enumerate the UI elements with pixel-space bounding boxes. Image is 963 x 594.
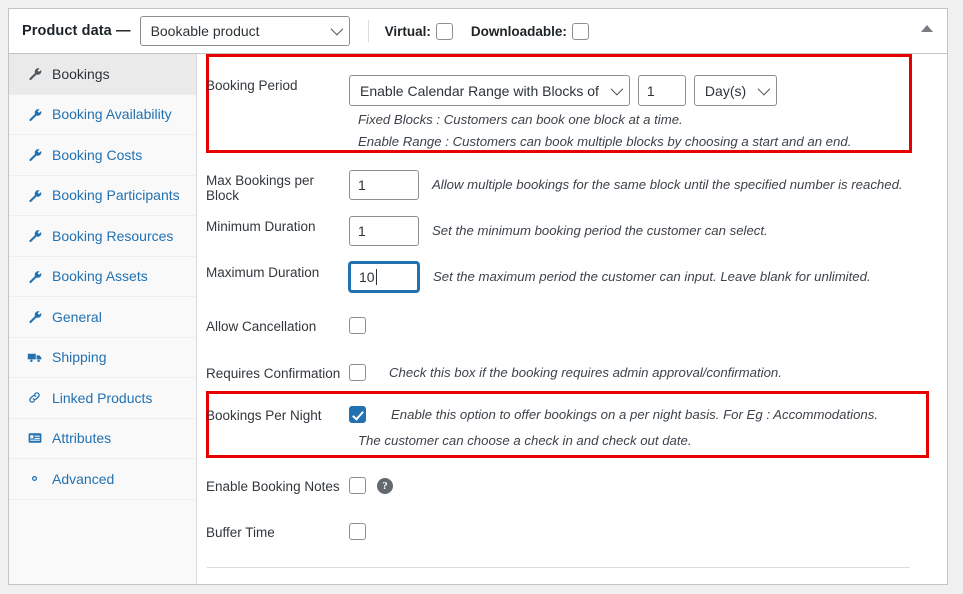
panel-header: Product data — Bookable product Virtual:… bbox=[9, 9, 947, 54]
wrench-icon bbox=[26, 106, 43, 123]
header-divider bbox=[367, 20, 369, 42]
max-bookings-per-block-hint: Allow multiple bookings for the same blo… bbox=[432, 177, 903, 192]
downloadable-checkbox[interactable] bbox=[571, 22, 589, 40]
bookings-per-night-checkbox[interactable] bbox=[349, 406, 366, 423]
text-caret bbox=[375, 269, 377, 285]
sidebar-item-attributes[interactable]: Attributes bbox=[9, 418, 196, 459]
booking-period-amount-input[interactable]: 1 bbox=[637, 75, 686, 106]
product-type-value: Bookable product bbox=[150, 23, 260, 39]
wrench-icon bbox=[26, 65, 43, 82]
sidebar-item-shipping[interactable]: Shipping bbox=[9, 337, 196, 378]
field-row-allow-cancellation: Allow Cancellation bbox=[197, 316, 947, 334]
maximum-duration-input[interactable]: 10 bbox=[349, 262, 419, 292]
minimum-duration-value: 1 bbox=[358, 223, 366, 239]
page-title: Product data — bbox=[22, 23, 131, 39]
max-bookings-per-block-label: Max Bookings per Block bbox=[206, 173, 315, 203]
requires-confirmation-checkbox[interactable] bbox=[349, 364, 366, 381]
virtual-checkbox-wrap[interactable]: Virtual: bbox=[384, 22, 453, 40]
sidebar-item-label: Booking Resources bbox=[52, 227, 174, 244]
sidebar-item-label: Bookings bbox=[52, 65, 110, 82]
wrench-icon bbox=[26, 146, 43, 163]
booking-period-hint-fixed-blocks: Fixed Blocks : Customers can book one bl… bbox=[358, 112, 683, 127]
minimum-duration-label: Minimum Duration bbox=[206, 219, 316, 234]
max-bookings-per-block-input[interactable]: 1 bbox=[349, 170, 419, 200]
sidebar-item-label: Advanced bbox=[52, 470, 115, 487]
chevron-down-icon bbox=[330, 22, 343, 36]
max-bookings-per-block-value: 1 bbox=[358, 177, 366, 193]
field-row-maximum-duration: Maximum Duration 10 Set the maximum peri… bbox=[197, 262, 947, 292]
wrench-icon bbox=[26, 187, 43, 204]
sidebar-item-bookings[interactable]: Bookings bbox=[9, 54, 196, 95]
panel-body: Bookings Booking Availability Booking Co… bbox=[9, 54, 947, 584]
requires-confirmation-label: Requires Confirmation bbox=[206, 366, 341, 381]
maximum-duration-label: Maximum Duration bbox=[206, 265, 320, 280]
product-data-panel: Product data — Bookable product Virtual:… bbox=[8, 8, 948, 585]
sidebar-item-booking-participants[interactable]: Booking Participants bbox=[9, 175, 196, 216]
wrench-icon bbox=[26, 227, 43, 244]
triangle-up-icon[interactable] bbox=[921, 25, 933, 32]
product-type-select[interactable]: Bookable product bbox=[139, 16, 350, 46]
maximum-duration-value: 10 bbox=[359, 269, 375, 285]
link-icon bbox=[26, 389, 43, 406]
truck-icon bbox=[26, 349, 43, 366]
bookings-settings-panel: Booking Period Enable Calendar Range wit… bbox=[197, 54, 947, 584]
gear-icon bbox=[26, 470, 43, 487]
booking-period-unit-select[interactable]: Day(s) bbox=[693, 75, 778, 106]
wrench-icon bbox=[26, 308, 43, 325]
sidebar-item-label: Booking Assets bbox=[52, 268, 148, 285]
minimum-duration-input[interactable]: 1 bbox=[349, 216, 419, 246]
enable-booking-notes-checkbox[interactable] bbox=[349, 477, 366, 494]
sidebar-item-advanced[interactable]: Advanced bbox=[9, 459, 196, 500]
sidebar-item-linked-products[interactable]: Linked Products bbox=[9, 378, 196, 419]
chevron-down-icon bbox=[610, 82, 624, 95]
field-row-booking-period: Booking Period Enable Calendar Range wit… bbox=[197, 75, 947, 106]
bookings-per-night-hint-line2: The customer can choose a check in and c… bbox=[358, 433, 692, 448]
sidebar-item-label: Attributes bbox=[52, 430, 112, 447]
sidebar-item-label: Shipping bbox=[52, 349, 107, 366]
booking-period-amount-value: 1 bbox=[646, 82, 655, 99]
downloadable-checkbox-wrap[interactable]: Downloadable: bbox=[470, 22, 589, 40]
field-row-bookings-per-night: Bookings Per Night Enable this option to… bbox=[197, 405, 947, 425]
list-view-icon bbox=[26, 430, 43, 447]
buffer-time-label: Buffer Time bbox=[206, 525, 275, 540]
sidebar-item-label: Booking Costs bbox=[52, 146, 143, 163]
booking-period-mode-select[interactable]: Enable Calendar Range with Blocks of bbox=[349, 75, 630, 106]
question-mark-icon[interactable]: ? bbox=[377, 478, 393, 494]
wrench-icon bbox=[26, 268, 43, 285]
bookings-per-night-label: Bookings Per Night bbox=[206, 408, 322, 423]
allow-cancellation-checkbox[interactable] bbox=[349, 317, 366, 334]
chevron-down-icon bbox=[757, 82, 771, 95]
booking-period-label: Booking Period bbox=[206, 78, 298, 93]
booking-period-hint-enable-range: Enable Range : Customers can book multip… bbox=[358, 134, 852, 149]
field-row-requires-confirmation: Requires Confirmation Check this box if … bbox=[197, 363, 947, 383]
sidebar-item-general[interactable]: General bbox=[9, 297, 196, 338]
sidebar-item-booking-assets[interactable]: Booking Assets bbox=[9, 256, 196, 297]
booking-period-mode-value: Enable Calendar Range with Blocks of bbox=[360, 82, 599, 99]
downloadable-label: Downloadable: bbox=[470, 23, 567, 39]
buffer-time-checkbox[interactable] bbox=[349, 523, 366, 540]
sidebar-item-label: Booking Participants bbox=[52, 187, 180, 204]
field-row-minimum-duration: Minimum Duration 1 Set the minimum booki… bbox=[197, 216, 947, 246]
booking-period-unit-value: Day(s) bbox=[704, 82, 747, 99]
section-divider bbox=[207, 567, 910, 568]
maximum-duration-hint: Set the maximum period the customer can … bbox=[433, 269, 871, 284]
bookings-per-night-hint-line1: Enable this option to offer bookings on … bbox=[391, 407, 878, 422]
allow-cancellation-label: Allow Cancellation bbox=[206, 319, 317, 334]
sidebar-item-label: General bbox=[52, 308, 102, 325]
sidebar-item-booking-availability[interactable]: Booking Availability bbox=[9, 94, 196, 135]
field-row-enable-booking-notes: Enable Booking Notes ? bbox=[197, 476, 947, 494]
sidebar-item-label: Linked Products bbox=[52, 389, 153, 406]
field-row-buffer-time: Buffer Time bbox=[197, 522, 947, 540]
sidebar-item-booking-costs[interactable]: Booking Costs bbox=[9, 135, 196, 176]
product-data-tabs: Bookings Booking Availability Booking Co… bbox=[9, 54, 197, 584]
virtual-checkbox[interactable] bbox=[435, 22, 453, 40]
requires-confirmation-hint: Check this box if the booking requires a… bbox=[389, 365, 782, 380]
enable-booking-notes-label: Enable Booking Notes bbox=[206, 479, 340, 494]
minimum-duration-hint: Set the minimum booking period the custo… bbox=[432, 223, 768, 238]
sidebar-item-booking-resources[interactable]: Booking Resources bbox=[9, 216, 196, 257]
field-row-max-bookings-per-block: Max Bookings per Block 1 Allow multiple … bbox=[197, 170, 947, 203]
virtual-label: Virtual: bbox=[384, 23, 431, 39]
sidebar-item-label: Booking Availability bbox=[52, 106, 172, 123]
